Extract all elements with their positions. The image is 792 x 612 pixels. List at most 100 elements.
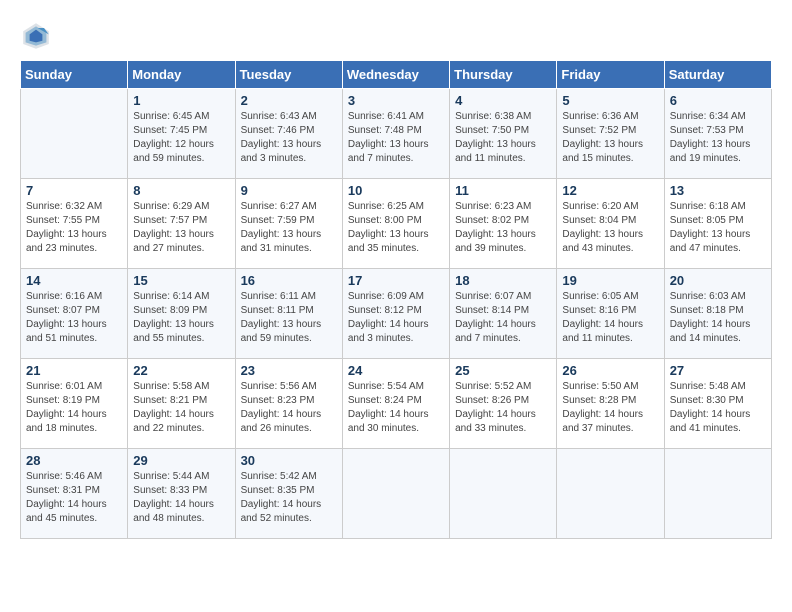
day-info: Sunrise: 5:52 AMSunset: 8:26 PMDaylight:… <box>455 380 551 436</box>
calendar-week-row: 28 Sunrise: 5:46 AMSunset: 8:31 PMDayligh… <box>21 449 772 539</box>
weekday-header: Saturday <box>664 61 771 89</box>
day-number: 3 <box>348 93 444 108</box>
day-info: Sunrise: 6:14 AMSunset: 8:09 PMDaylight:… <box>133 290 229 346</box>
day-info: Sunrise: 6:34 AMSunset: 7:53 PMDaylight:… <box>670 110 766 166</box>
weekday-header: Thursday <box>450 61 557 89</box>
day-info: Sunrise: 6:05 AMSunset: 8:16 PMDaylight:… <box>562 290 658 346</box>
page-header <box>20 20 772 52</box>
day-info: Sunrise: 6:25 AMSunset: 8:00 PMDaylight:… <box>348 200 444 256</box>
calendar-cell: 26 Sunrise: 5:50 AMSunset: 8:28 PMDayligh… <box>557 359 664 449</box>
day-info: Sunrise: 6:27 AMSunset: 7:59 PMDaylight:… <box>241 200 337 256</box>
day-info: Sunrise: 6:29 AMSunset: 7:57 PMDaylight:… <box>133 200 229 256</box>
day-number: 9 <box>241 183 337 198</box>
day-info: Sunrise: 5:56 AMSunset: 8:23 PMDaylight:… <box>241 380 337 436</box>
day-number: 5 <box>562 93 658 108</box>
day-number: 28 <box>26 453 122 468</box>
day-number: 12 <box>562 183 658 198</box>
calendar-cell: 9 Sunrise: 6:27 AMSunset: 7:59 PMDaylight… <box>235 179 342 269</box>
calendar-cell: 29Sunrise: 5:44 AMSunset: 8:33 PMDayligh… <box>128 449 235 539</box>
calendar-cell: 22 Sunrise: 5:58 AMSunset: 8:21 PMDayligh… <box>128 359 235 449</box>
day-info: Sunrise: 5:54 AMSunset: 8:24 PMDaylight:… <box>348 380 444 436</box>
calendar-cell: 27 Sunrise: 5:48 AMSunset: 8:30 PMDayligh… <box>664 359 771 449</box>
day-info: Sunrise: 6:36 AMSunset: 7:52 PMDaylight:… <box>562 110 658 166</box>
weekday-header: Sunday <box>21 61 128 89</box>
calendar-cell <box>557 449 664 539</box>
weekday-header: Tuesday <box>235 61 342 89</box>
calendar-cell: 13Sunrise: 6:18 AMSunset: 8:05 PMDayligh… <box>664 179 771 269</box>
logo-icon <box>20 20 52 52</box>
day-info: Sunrise: 6:20 AMSunset: 8:04 PMDaylight:… <box>562 200 658 256</box>
day-info: Sunrise: 5:58 AMSunset: 8:21 PMDaylight:… <box>133 380 229 436</box>
day-info: Sunrise: 6:41 AMSunset: 7:48 PMDaylight:… <box>348 110 444 166</box>
day-number: 25 <box>455 363 551 378</box>
calendar-cell: 18 Sunrise: 6:07 AMSunset: 8:14 PMDayligh… <box>450 269 557 359</box>
weekday-header-row: SundayMondayTuesdayWednesdayThursdayFrid… <box>21 61 772 89</box>
calendar-cell: 7Sunrise: 6:32 AMSunset: 7:55 PMDaylight… <box>21 179 128 269</box>
day-number: 18 <box>455 273 551 288</box>
day-info: Sunrise: 6:01 AMSunset: 8:19 PMDaylight:… <box>26 380 122 436</box>
day-info: Sunrise: 6:23 AMSunset: 8:02 PMDaylight:… <box>455 200 551 256</box>
calendar-cell: 16 Sunrise: 6:11 AMSunset: 8:11 PMDayligh… <box>235 269 342 359</box>
calendar-cell: 10 Sunrise: 6:25 AMSunset: 8:00 PMDayligh… <box>342 179 449 269</box>
day-info: Sunrise: 6:11 AMSunset: 8:11 PMDaylight:… <box>241 290 337 346</box>
day-info: Sunrise: 6:09 AMSunset: 8:12 PMDaylight:… <box>348 290 444 346</box>
day-number: 4 <box>455 93 551 108</box>
calendar-week-row: 21Sunrise: 6:01 AMSunset: 8:19 PMDayligh… <box>21 359 772 449</box>
calendar-cell: 8 Sunrise: 6:29 AMSunset: 7:57 PMDaylight… <box>128 179 235 269</box>
calendar-cell <box>342 449 449 539</box>
day-info: Sunrise: 5:50 AMSunset: 8:28 PMDaylight:… <box>562 380 658 436</box>
day-number: 6 <box>670 93 766 108</box>
day-info: Sunrise: 6:07 AMSunset: 8:14 PMDaylight:… <box>455 290 551 346</box>
day-number: 10 <box>348 183 444 198</box>
day-number: 15 <box>133 273 229 288</box>
day-number: 20 <box>670 273 766 288</box>
day-number: 27 <box>670 363 766 378</box>
day-info: Sunrise: 6:43 AMSunset: 7:46 PMDaylight:… <box>241 110 337 166</box>
calendar-cell <box>450 449 557 539</box>
calendar-cell: 19 Sunrise: 6:05 AMSunset: 8:16 PMDayligh… <box>557 269 664 359</box>
weekday-header: Friday <box>557 61 664 89</box>
calendar-week-row: 1 Sunrise: 6:45 AMSunset: 7:45 PMDaylight… <box>21 89 772 179</box>
day-number: 30 <box>241 453 337 468</box>
calendar-cell: 17Sunrise: 6:09 AMSunset: 8:12 PMDayligh… <box>342 269 449 359</box>
day-number: 23 <box>241 363 337 378</box>
day-number: 16 <box>241 273 337 288</box>
day-number: 19 <box>562 273 658 288</box>
day-number: 1 <box>133 93 229 108</box>
calendar-week-row: 14Sunrise: 6:16 AMSunset: 8:07 PMDayligh… <box>21 269 772 359</box>
calendar-cell: 11 Sunrise: 6:23 AMSunset: 8:02 PMDayligh… <box>450 179 557 269</box>
calendar-cell: 5 Sunrise: 6:36 AMSunset: 7:52 PMDaylight… <box>557 89 664 179</box>
day-number: 8 <box>133 183 229 198</box>
day-info: Sunrise: 6:45 AMSunset: 7:45 PMDaylight:… <box>133 110 229 166</box>
day-info: Sunrise: 6:32 AMSunset: 7:55 PMDaylight:… <box>26 200 122 256</box>
calendar-cell: 15 Sunrise: 6:14 AMSunset: 8:09 PMDayligh… <box>128 269 235 359</box>
day-number: 14 <box>26 273 122 288</box>
calendar-cell: 28 Sunrise: 5:46 AMSunset: 8:31 PMDayligh… <box>21 449 128 539</box>
calendar-cell: 25 Sunrise: 5:52 AMSunset: 8:26 PMDayligh… <box>450 359 557 449</box>
calendar-cell: 14Sunrise: 6:16 AMSunset: 8:07 PMDayligh… <box>21 269 128 359</box>
day-number: 11 <box>455 183 551 198</box>
day-info: Sunrise: 5:48 AMSunset: 8:30 PMDaylight:… <box>670 380 766 436</box>
day-number: 29 <box>133 453 229 468</box>
calendar-cell: 2 Sunrise: 6:43 AMSunset: 7:46 PMDaylight… <box>235 89 342 179</box>
day-number: 2 <box>241 93 337 108</box>
calendar-table: SundayMondayTuesdayWednesdayThursdayFrid… <box>20 60 772 539</box>
day-info: Sunrise: 5:46 AMSunset: 8:31 PMDaylight:… <box>26 470 122 526</box>
calendar-cell: 20Sunrise: 6:03 AMSunset: 8:18 PMDayligh… <box>664 269 771 359</box>
day-info: Sunrise: 6:38 AMSunset: 7:50 PMDaylight:… <box>455 110 551 166</box>
weekday-header: Wednesday <box>342 61 449 89</box>
calendar-cell <box>21 89 128 179</box>
calendar-cell: 1 Sunrise: 6:45 AMSunset: 7:45 PMDaylight… <box>128 89 235 179</box>
calendar-cell <box>664 449 771 539</box>
calendar-cell: 21Sunrise: 6:01 AMSunset: 8:19 PMDayligh… <box>21 359 128 449</box>
calendar-cell: 24 Sunrise: 5:54 AMSunset: 8:24 PMDayligh… <box>342 359 449 449</box>
calendar-cell: 6 Sunrise: 6:34 AMSunset: 7:53 PMDaylight… <box>664 89 771 179</box>
day-info: Sunrise: 6:18 AMSunset: 8:05 PMDaylight:… <box>670 200 766 256</box>
calendar-cell: 23 Sunrise: 5:56 AMSunset: 8:23 PMDayligh… <box>235 359 342 449</box>
calendar-cell: 3 Sunrise: 6:41 AMSunset: 7:48 PMDaylight… <box>342 89 449 179</box>
day-number: 24 <box>348 363 444 378</box>
calendar-cell: 30Sunrise: 5:42 AMSunset: 8:35 PMDayligh… <box>235 449 342 539</box>
day-number: 22 <box>133 363 229 378</box>
logo <box>20 20 58 52</box>
day-number: 26 <box>562 363 658 378</box>
